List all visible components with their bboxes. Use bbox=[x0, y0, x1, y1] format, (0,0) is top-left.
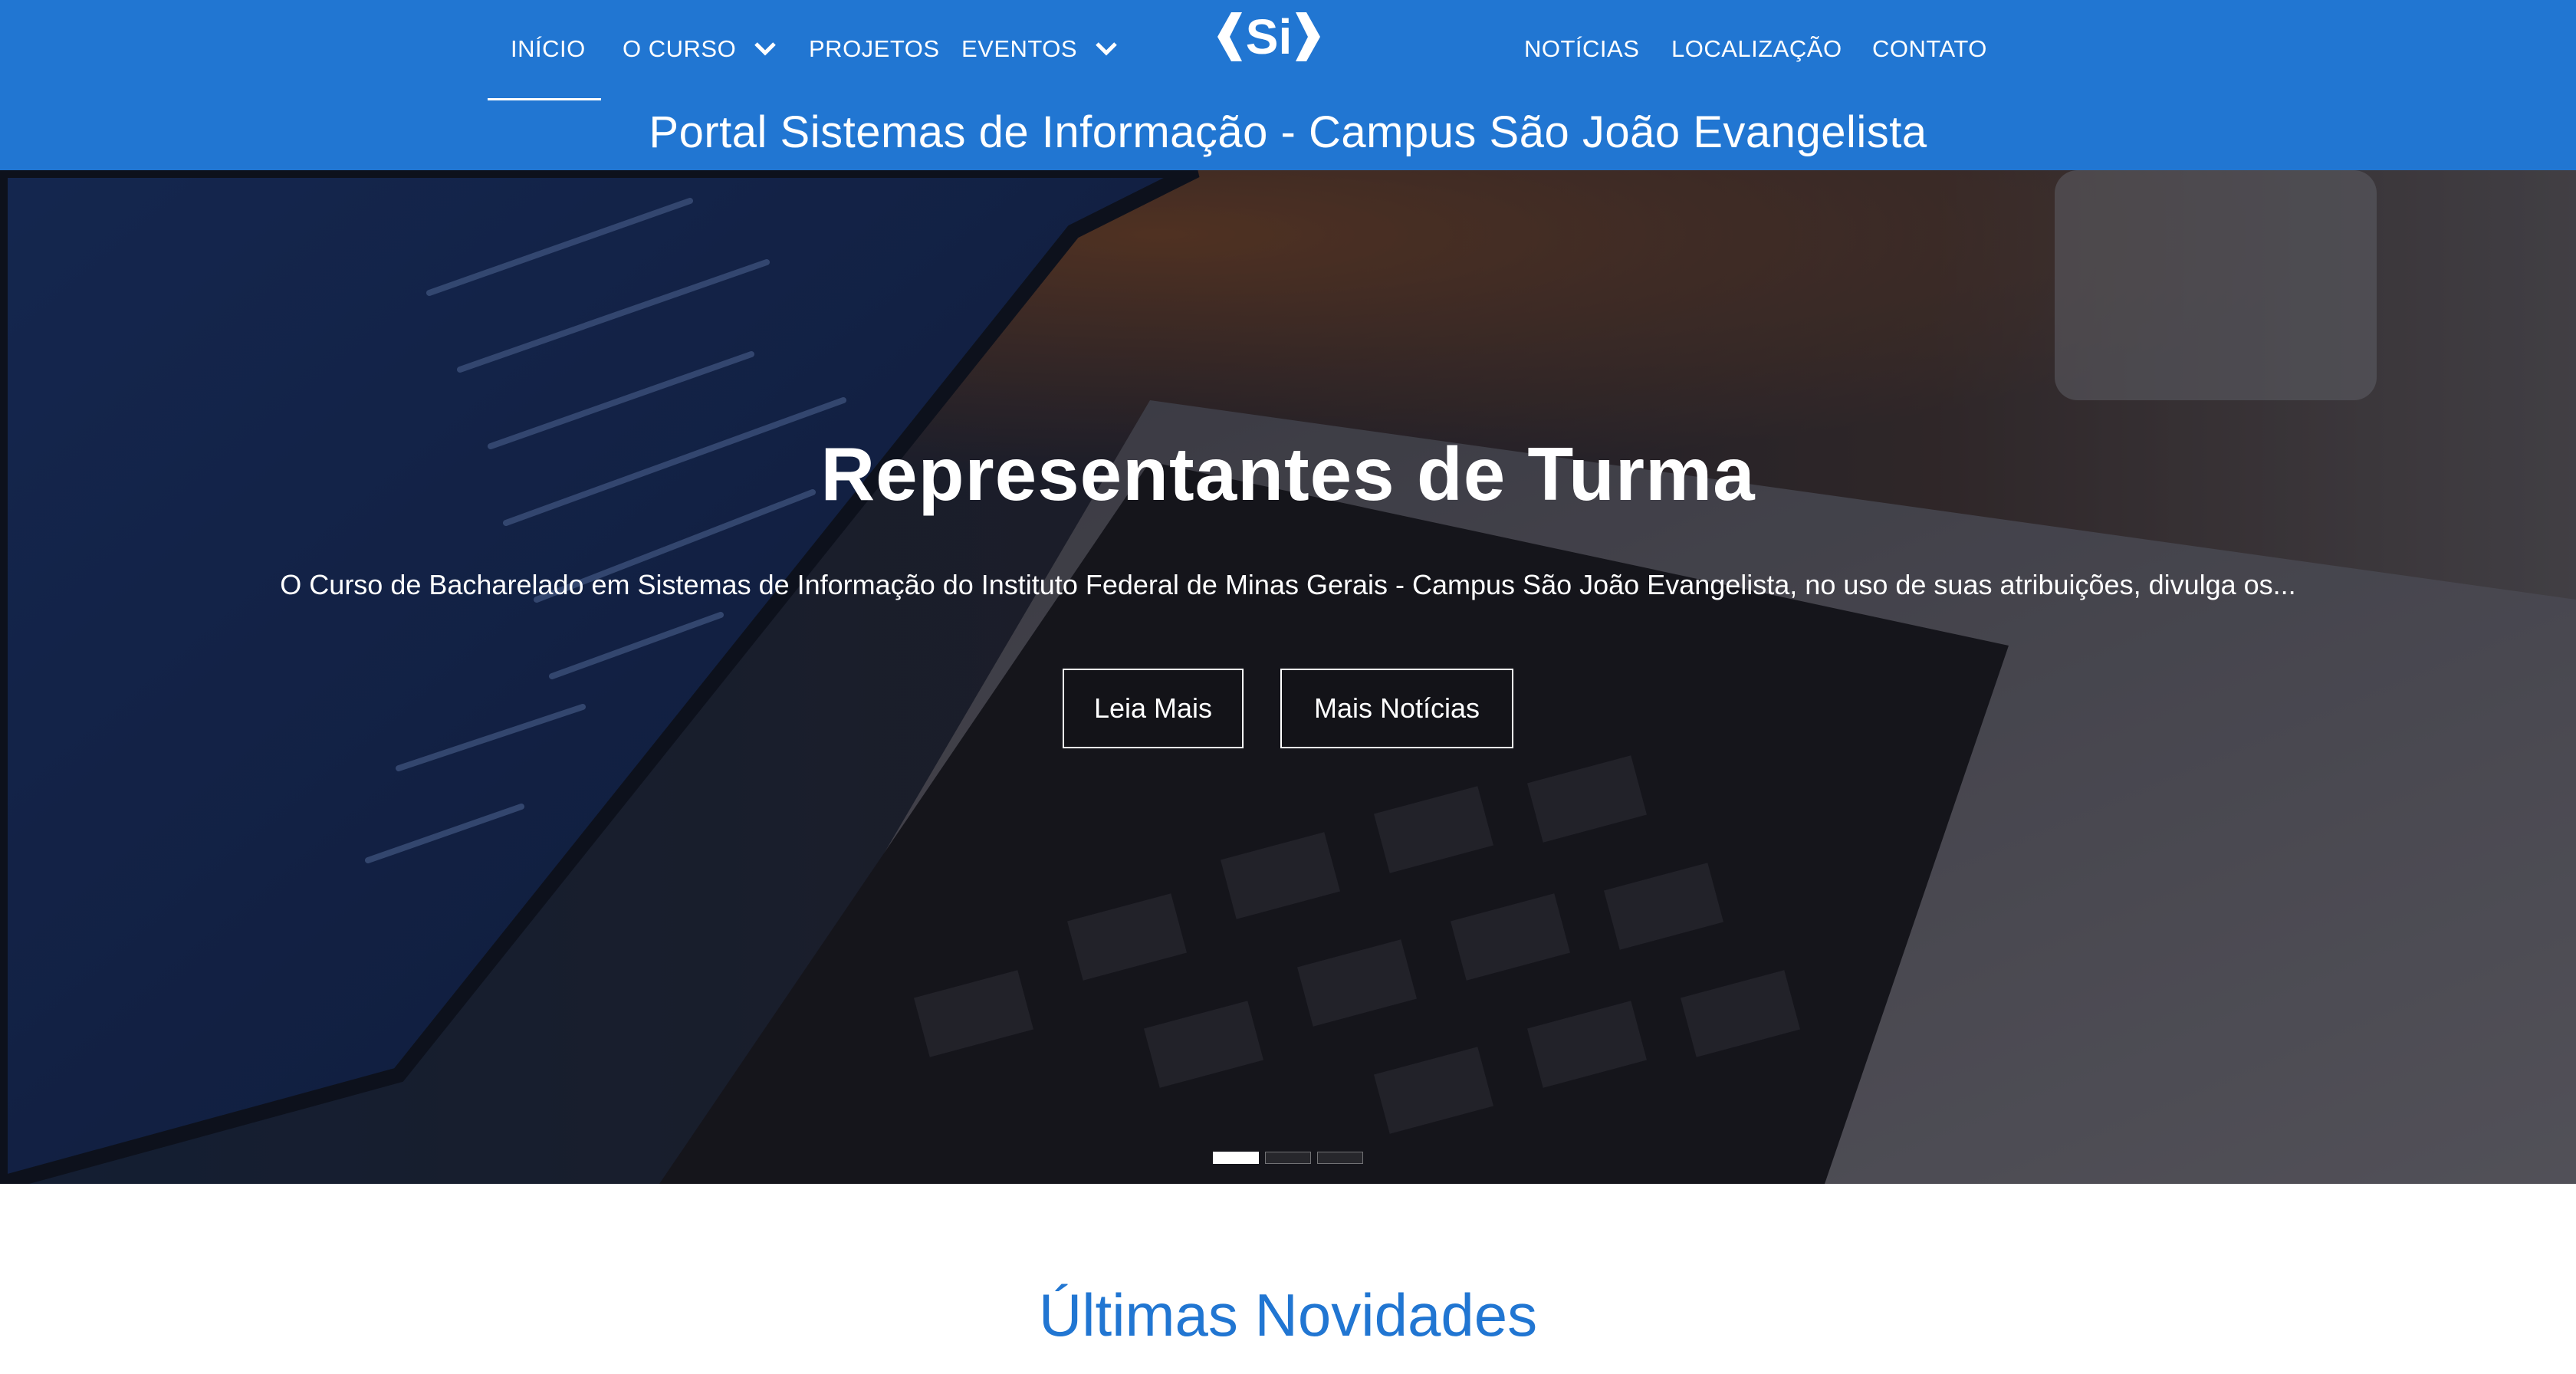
nav-projetos-label: PROJETOS bbox=[809, 35, 940, 62]
nav-o-curso-label: O CURSO bbox=[623, 35, 737, 62]
nav-localizacao-label: LOCALIZAÇÃO bbox=[1671, 35, 1842, 62]
nav-inicio[interactable]: INÍCIO bbox=[511, 26, 586, 72]
nav-localizacao[interactable]: LOCALIZAÇÃO bbox=[1671, 26, 1842, 72]
nav-contato-label: CONTATO bbox=[1872, 35, 1987, 62]
read-more-button[interactable]: Leia Mais bbox=[1063, 669, 1244, 748]
site-header: INÍCIO O CURSO PROJETOS EVENTOS Si NOTÍC… bbox=[0, 0, 2576, 170]
latest-news-heading: Últimas Novidades bbox=[1038, 1281, 1538, 1349]
nav-eventos-label: EVENTOS bbox=[961, 35, 1078, 62]
si-logo[interactable]: Si bbox=[1211, 5, 1326, 69]
site-title: Portal Sistemas de Informação - Campus S… bbox=[649, 107, 1927, 157]
hero-title: Representantes de Turma bbox=[820, 432, 1756, 516]
nav-noticias[interactable]: NOTÍCIAS bbox=[1524, 26, 1639, 72]
nav-projetos[interactable]: PROJETOS bbox=[809, 26, 940, 72]
nav-contato[interactable]: CONTATO bbox=[1872, 26, 1987, 72]
carousel-indicator-2[interactable] bbox=[1265, 1152, 1311, 1164]
hero-description: O Curso de Bacharelado em Sistemas de In… bbox=[280, 569, 2296, 600]
nav-noticias-label: NOTÍCIAS bbox=[1524, 35, 1640, 62]
nav-inicio-label: INÍCIO bbox=[511, 35, 586, 62]
chevron-down-icon bbox=[754, 42, 777, 56]
chevron-down-icon bbox=[1096, 42, 1117, 56]
hero-carousel[interactable]: Representantes de Turma O Curso de Bacha… bbox=[0, 170, 2576, 1184]
carousel-indicator-1[interactable] bbox=[1213, 1152, 1259, 1164]
more-news-button[interactable]: Mais Notícias bbox=[1280, 669, 1513, 748]
nav-o-curso[interactable]: O CURSO bbox=[623, 26, 777, 72]
nav-eventos[interactable]: EVENTOS bbox=[961, 26, 1118, 72]
carousel-indicator-3[interactable] bbox=[1317, 1152, 1363, 1164]
logo-text: Si bbox=[1246, 9, 1292, 64]
